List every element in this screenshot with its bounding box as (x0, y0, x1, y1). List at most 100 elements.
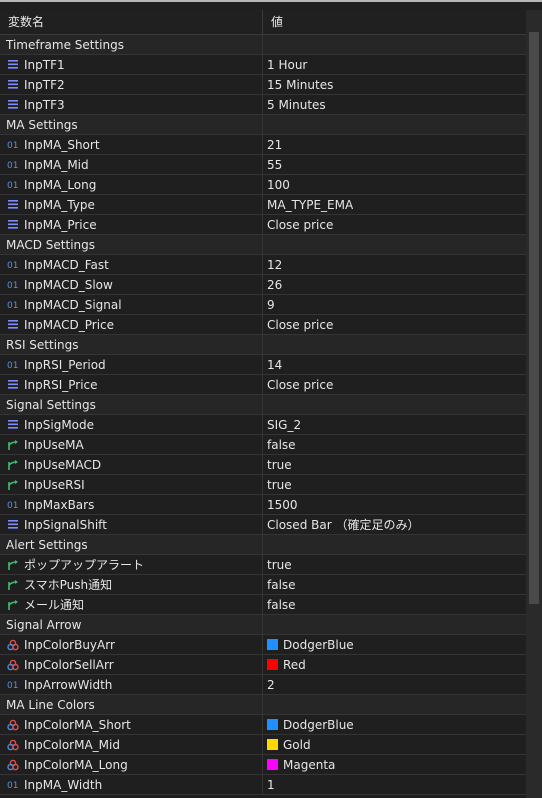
param-row[interactable]: InpTF3 5 Minutes (0, 95, 526, 115)
section-row[interactable]: Signal Arrow (0, 615, 526, 635)
section-row[interactable]: RSI Settings (0, 335, 526, 355)
param-row[interactable]: 01 InpMACD_Signal 9 (0, 295, 526, 315)
param-row[interactable]: InpTF2 15 Minutes (0, 75, 526, 95)
bool-icon (6, 439, 20, 451)
param-row[interactable]: InpRSI_Price Close price (0, 375, 526, 395)
value-cell[interactable]: Red (263, 655, 526, 674)
column-header-value[interactable]: 値 (263, 10, 526, 34)
param-name: InpColorMA_Long (24, 757, 128, 772)
scrollbar-thumb[interactable] (529, 32, 539, 604)
param-row[interactable]: InpUseRSI true (0, 475, 526, 495)
value-cell[interactable]: false (263, 435, 526, 454)
section-label: MACD Settings (6, 237, 96, 252)
value-cell[interactable]: DodgerBlue (263, 715, 526, 734)
param-value: true (267, 557, 292, 572)
value-cell[interactable]: 14 (263, 355, 526, 374)
section-row[interactable]: Signal Settings (0, 395, 526, 415)
value-cell[interactable]: 5 Minutes (263, 95, 526, 114)
param-row[interactable]: 01 InpMA_Mid 55 (0, 155, 526, 175)
param-row[interactable]: InpColorMA_Short DodgerBlue (0, 715, 526, 735)
value-cell[interactable]: 21 (263, 135, 526, 154)
param-row[interactable]: 01 InpArrowWidth 2 (0, 675, 526, 695)
param-row[interactable]: 01 InpMA_Width 1 (0, 775, 526, 795)
param-name: InpUseRSI (24, 477, 85, 492)
value-cell[interactable]: MA_TYPE_EMA (263, 195, 526, 214)
param-row[interactable]: InpTF1 1 Hour (0, 55, 526, 75)
param-row[interactable]: メール通知 false (0, 595, 526, 615)
param-row[interactable]: InpUseMA false (0, 435, 526, 455)
value-cell[interactable]: true (263, 455, 526, 474)
param-row[interactable]: 01 InpMACD_Slow 26 (0, 275, 526, 295)
value-cell[interactable]: false (263, 575, 526, 594)
param-row[interactable]: InpColorMA_Mid Gold (0, 735, 526, 755)
param-value: 12 (267, 257, 283, 272)
value-cell[interactable]: Close price (263, 315, 526, 334)
param-row[interactable]: InpMA_Price Close price (0, 215, 526, 235)
section-label: MA Line Colors (6, 697, 95, 712)
value-cell[interactable]: 1 (263, 775, 526, 794)
param-name: InpColorSellArr (24, 657, 114, 672)
column-header-name[interactable]: 変数名 (0, 10, 263, 34)
section-name-cell: MACD Settings (0, 235, 263, 254)
color-swatch (267, 759, 278, 770)
param-name: InpTF2 (24, 77, 65, 92)
vertical-scrollbar[interactable] (526, 10, 542, 798)
param-name-cell: InpUseMA (0, 435, 263, 454)
value-cell[interactable]: true (263, 475, 526, 494)
value-cell[interactable]: SIG_2 (263, 415, 526, 434)
value-cell[interactable]: 12 (263, 255, 526, 274)
value-cell[interactable]: 55 (263, 155, 526, 174)
value-cell[interactable]: 1500 (263, 495, 526, 514)
param-row[interactable]: InpUseMACD true (0, 455, 526, 475)
int-icon: 01 (6, 159, 20, 171)
param-value: 5 Minutes (267, 97, 326, 112)
param-row[interactable]: ポップアップアラート true (0, 555, 526, 575)
section-row[interactable]: MA Settings (0, 115, 526, 135)
color-swatch (267, 739, 278, 750)
value-cell[interactable]: 9 (263, 295, 526, 314)
param-row[interactable]: 01 InpRSI_Period 14 (0, 355, 526, 375)
value-cell[interactable]: Gold (263, 735, 526, 754)
section-row[interactable]: Alert Settings (0, 535, 526, 555)
int-icon: 01 (6, 259, 20, 271)
param-value: false (267, 597, 296, 612)
param-row[interactable]: 01 InpMaxBars 1500 (0, 495, 526, 515)
param-row[interactable]: InpSignalShift Closed Bar （確定足のみ） (0, 515, 526, 535)
value-cell (263, 335, 526, 354)
value-cell[interactable]: Closed Bar （確定足のみ） (263, 515, 526, 534)
value-cell[interactable]: 26 (263, 275, 526, 294)
color-icon (6, 759, 20, 771)
value-cell[interactable]: 15 Minutes (263, 75, 526, 94)
value-cell[interactable]: 100 (263, 175, 526, 194)
int-icon: 01 (6, 279, 20, 291)
section-row[interactable]: Timeframe Settings (0, 35, 526, 55)
value-cell[interactable]: Close price (263, 215, 526, 234)
value-cell[interactable]: Magenta (263, 755, 526, 774)
value-cell[interactable]: 2 (263, 675, 526, 694)
param-row[interactable]: 01 InpMA_Long 100 (0, 175, 526, 195)
param-name: InpTF3 (24, 97, 65, 112)
param-row[interactable]: InpColorMA_Long Magenta (0, 755, 526, 775)
param-row[interactable]: スマホPush通知 false (0, 575, 526, 595)
param-name-cell: InpTF3 (0, 95, 263, 114)
value-cell[interactable]: false (263, 595, 526, 614)
param-name: InpUseMA (24, 437, 84, 452)
param-row[interactable]: 01 InpMACD_Fast 12 (0, 255, 526, 275)
section-row[interactable]: MACD Settings (0, 235, 526, 255)
param-row[interactable]: InpMACD_Price Close price (0, 315, 526, 335)
param-row[interactable]: InpColorSellArr Red (0, 655, 526, 675)
param-name: スマホPush通知 (24, 578, 113, 592)
value-cell[interactable]: DodgerBlue (263, 635, 526, 654)
param-name-cell: InpColorMA_Long (0, 755, 263, 774)
color-swatch (267, 719, 278, 730)
param-row[interactable]: InpMA_Type MA_TYPE_EMA (0, 195, 526, 215)
section-row[interactable]: MA Line Colors (0, 695, 526, 715)
param-row[interactable]: InpColorBuyArr DodgerBlue (0, 635, 526, 655)
param-value: true (267, 457, 292, 472)
param-row[interactable]: 01 InpMA_Short 21 (0, 135, 526, 155)
value-cell[interactable]: true (263, 555, 526, 574)
value-cell[interactable]: 1 Hour (263, 55, 526, 74)
value-cell[interactable]: Close price (263, 375, 526, 394)
section-name-cell: Signal Settings (0, 395, 263, 414)
param-row[interactable]: InpSigMode SIG_2 (0, 415, 526, 435)
